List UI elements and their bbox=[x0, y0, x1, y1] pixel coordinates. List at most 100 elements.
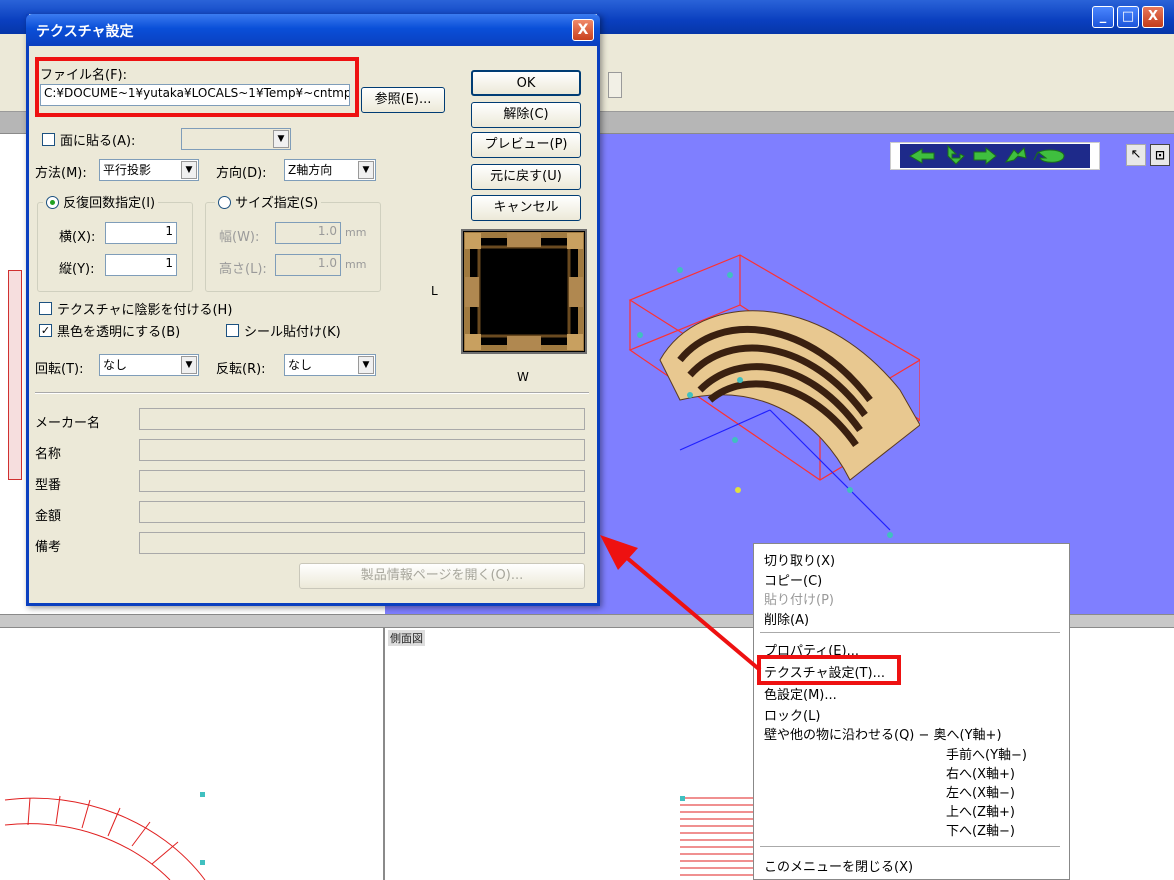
price-label: 金額 bbox=[35, 509, 62, 524]
menu-item-cut[interactable]: 切り取り(X) bbox=[764, 550, 835, 569]
release-button[interactable]: 解除(C) bbox=[471, 102, 581, 128]
context-menu: 切り取り(X) コピー(C) 貼り付け(P) 削除(A) プロパティ(E)...… bbox=[753, 543, 1070, 880]
height-unit: mm bbox=[345, 258, 367, 271]
menu-item-copy[interactable]: コピー(C) bbox=[764, 570, 822, 589]
shadow-checkbox[interactable] bbox=[39, 302, 52, 315]
side-section-drawing bbox=[680, 796, 755, 876]
filename-highlight bbox=[35, 57, 359, 117]
size-groupbox bbox=[205, 202, 381, 292]
rotate-label: 回転(T): bbox=[35, 362, 84, 377]
dialog-close-button[interactable]: X bbox=[572, 19, 594, 41]
direction-value: Z軸方向 bbox=[288, 163, 333, 177]
texture-settings-dialog: テクスチャ設定 X ファイル名(F): C:¥DOCUME~1¥yutaka¥L… bbox=[26, 14, 600, 606]
rotate-value: なし bbox=[103, 358, 128, 372]
dialog-title: テクスチャ設定 bbox=[36, 24, 134, 40]
repeat-groupbox bbox=[37, 202, 193, 292]
chevron-down-icon: ▼ bbox=[358, 161, 374, 179]
note-label: 備考 bbox=[35, 540, 62, 555]
menu-item-lock[interactable]: ロック(L) bbox=[764, 705, 820, 724]
height-input[interactable]: 1.0 bbox=[275, 254, 341, 276]
apply-face-select[interactable]: ▼ bbox=[181, 128, 291, 150]
maker-field[interactable] bbox=[139, 408, 585, 430]
menu-item-color-settings[interactable]: 色設定(M)... bbox=[764, 684, 837, 703]
rotate-select[interactable]: なし ▼ bbox=[99, 354, 199, 376]
separator bbox=[35, 392, 589, 394]
bottom-right-pane[interactable] bbox=[1070, 628, 1174, 880]
name-field[interactable] bbox=[139, 439, 585, 461]
method-value: 平行投影 bbox=[103, 163, 152, 177]
apply-face-checkbox[interactable] bbox=[42, 133, 55, 146]
repeat-v-input[interactable]: 1 bbox=[105, 254, 177, 276]
chevron-down-icon: ▼ bbox=[181, 356, 197, 374]
repeat-h-label: 横(X): bbox=[59, 230, 96, 245]
chevron-down-icon: ▼ bbox=[358, 356, 374, 374]
flip-label: 反転(R): bbox=[216, 362, 266, 377]
shadow-label: テクスチャに陰影を付ける(H) bbox=[57, 303, 233, 318]
plan-view-wall bbox=[8, 270, 22, 480]
menu-separator bbox=[760, 846, 1060, 848]
menu-item-align-up[interactable]: 上へ(Z軸+) bbox=[946, 801, 1015, 820]
minimize-button[interactable]: _ bbox=[1092, 6, 1114, 28]
annotation-arrow-icon bbox=[600, 535, 762, 672]
model-label: 型番 bbox=[35, 478, 62, 493]
repeat-label: 反復回数指定(I) bbox=[63, 196, 156, 211]
menu-item-align-down[interactable]: 下へ(Z軸−) bbox=[946, 820, 1015, 839]
height-label: 高さ(L): bbox=[219, 262, 267, 277]
menu-separator bbox=[760, 632, 1060, 634]
arch-drawing bbox=[4, 792, 206, 880]
cancel-button[interactable]: キャンセル bbox=[471, 195, 581, 221]
preview-axis-l: L bbox=[431, 284, 438, 298]
texture-preview bbox=[461, 229, 587, 354]
repeat-h-input[interactable]: 1 bbox=[105, 222, 177, 244]
size-radio[interactable] bbox=[218, 196, 231, 209]
name-label: 名称 bbox=[35, 447, 62, 462]
menu-item-paste[interactable]: 貼り付け(P) bbox=[764, 589, 834, 608]
price-field[interactable] bbox=[139, 501, 585, 523]
preview-axis-w: W bbox=[517, 370, 529, 384]
app-close-button[interactable]: X bbox=[1142, 6, 1164, 28]
ornament-frame-icon bbox=[464, 232, 584, 351]
ok-button[interactable]: OK bbox=[471, 70, 581, 96]
toolbar-button[interactable] bbox=[608, 72, 622, 98]
fit-view-icon[interactable]: ⊡ bbox=[1150, 144, 1170, 166]
repeat-radio[interactable] bbox=[46, 196, 59, 209]
texture-menu-highlight bbox=[757, 655, 901, 685]
apply-face-label: 面に貼る(A): bbox=[60, 134, 136, 149]
chevron-down-icon: ▼ bbox=[273, 130, 289, 148]
direction-label: 方向(D): bbox=[216, 166, 267, 181]
width-label: 幅(W): bbox=[219, 230, 260, 245]
transparent-label: 黒色を透明にする(B) bbox=[57, 325, 181, 340]
size-label: サイズ指定(S) bbox=[235, 196, 319, 211]
seal-label: シール貼付け(K) bbox=[244, 325, 341, 340]
side-view-label: 側面図 bbox=[388, 630, 425, 646]
method-select[interactable]: 平行投影 ▼ bbox=[99, 159, 199, 181]
chevron-down-icon: ▼ bbox=[181, 161, 197, 179]
seal-checkbox[interactable] bbox=[226, 324, 239, 337]
direction-select[interactable]: Z軸方向 ▼ bbox=[284, 159, 376, 181]
menu-item-align-right[interactable]: 右へ(X軸+) bbox=[946, 763, 1015, 782]
product-page-button[interactable]: 製品情報ページを開く(O)... bbox=[299, 563, 585, 589]
menu-item-delete[interactable]: 削除(A) bbox=[764, 609, 809, 628]
method-label: 方法(M): bbox=[35, 166, 87, 181]
width-input[interactable]: 1.0 bbox=[275, 222, 341, 244]
menu-item-align-front[interactable]: 手前へ(Y軸−) bbox=[946, 744, 1027, 763]
flip-value: なし bbox=[288, 358, 313, 372]
maximize-button[interactable]: □ bbox=[1117, 6, 1139, 28]
navigation-arrows-icon[interactable] bbox=[900, 144, 1090, 168]
menu-item-close-menu[interactable]: このメニューを閉じる(X) bbox=[764, 856, 913, 875]
maker-label: メーカー名 bbox=[35, 416, 101, 431]
browse-button[interactable]: 参照(E)... bbox=[361, 87, 445, 113]
menu-item-align-back[interactable]: 壁や他の物に沿わせる(Q) − 奥へ(Y軸+) bbox=[764, 724, 1002, 743]
3d-model-render[interactable] bbox=[620, 250, 920, 550]
dialog-titlebar[interactable]: テクスチャ設定 X bbox=[26, 14, 600, 46]
flip-select[interactable]: なし ▼ bbox=[284, 354, 376, 376]
preview-button[interactable]: プレビュー(P) bbox=[471, 132, 581, 158]
transparent-checkbox[interactable]: ✓ bbox=[39, 324, 52, 337]
menu-item-align-left[interactable]: 左へ(X軸−) bbox=[946, 782, 1015, 801]
repeat-v-label: 縦(Y): bbox=[59, 262, 95, 277]
select-cursor-icon[interactable]: ↖ bbox=[1126, 144, 1146, 166]
note-field[interactable] bbox=[139, 532, 585, 554]
size-legend: サイズ指定(S) bbox=[215, 192, 322, 211]
model-field[interactable] bbox=[139, 470, 585, 492]
restore-button[interactable]: 元に戻す(U) bbox=[471, 164, 581, 190]
